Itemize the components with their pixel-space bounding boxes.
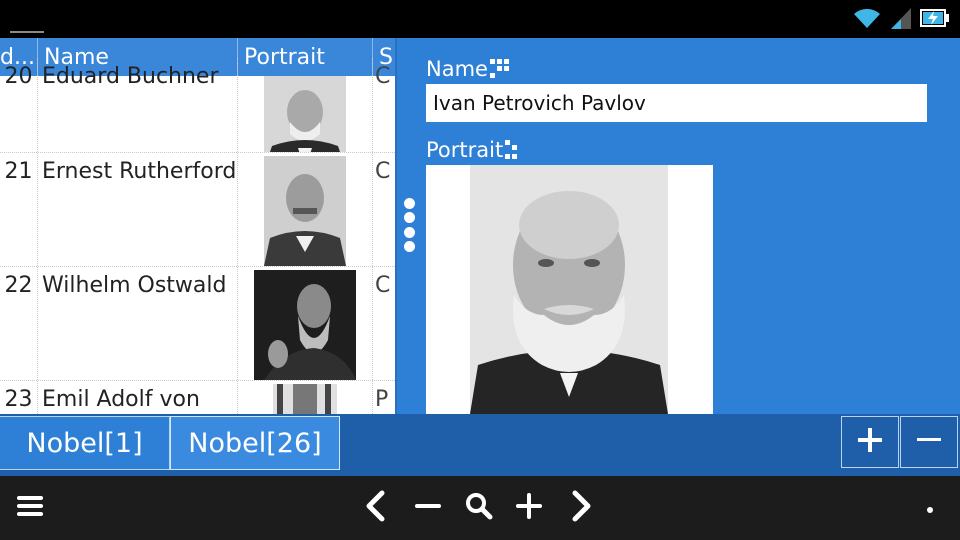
row-s: P (375, 387, 389, 412)
portrait-thumbnail (254, 270, 356, 380)
signal-icon (890, 6, 912, 34)
name-field[interactable] (426, 84, 927, 122)
table-row[interactable]: 20 Eduard Buchner C (0, 58, 395, 153)
grid-icon (505, 140, 519, 165)
menu-button[interactable] (12, 490, 48, 526)
search-icon (465, 492, 493, 524)
minus-icon (917, 428, 941, 456)
remove-tab-button[interactable] (900, 416, 958, 468)
table-row[interactable]: 23 Emil Adolf von P (0, 381, 395, 414)
plus-icon (515, 492, 543, 524)
data-table[interactable]: d... Name Portrait S 20 Eduard Buchner C… (0, 38, 397, 414)
row-id: 21 (0, 153, 38, 266)
row-s: C (375, 273, 391, 298)
row-s: C (375, 159, 391, 184)
row-id: 23 (0, 381, 38, 414)
row-portrait (238, 381, 373, 414)
row-name: Ernest Rutherford (38, 153, 238, 266)
name-field-label: Name (426, 57, 510, 84)
row-s: C (375, 64, 391, 89)
add-tab-button[interactable] (841, 416, 899, 468)
portrait-field-label: Portrait (426, 138, 519, 165)
pane-resize-handle[interactable] (403, 198, 415, 252)
overflow-dot-icon (926, 499, 934, 518)
status-divider (10, 31, 44, 33)
row-portrait (238, 153, 373, 266)
portrait-thumbnail (264, 76, 346, 152)
detail-pane: Name Portrait (397, 38, 960, 414)
tab-nobel-1[interactable]: Nobel[1] (0, 416, 170, 470)
chevron-left-icon (362, 490, 388, 526)
row-id: 20 (0, 58, 38, 152)
overflow-menu-button[interactable] (912, 490, 948, 526)
zoom-in-button[interactable] (511, 490, 547, 526)
minus-icon (414, 492, 442, 524)
portrait-label-text: Portrait (426, 138, 504, 162)
grid-icon (489, 59, 510, 84)
tab-nobel-26[interactable]: Nobel[26] (170, 416, 340, 470)
search-button[interactable] (461, 490, 497, 526)
name-label-text: Name (426, 57, 488, 81)
row-name: Eduard Buchner (38, 58, 238, 152)
row-id: 22 (0, 267, 38, 380)
row-name: Emil Adolf von (38, 381, 238, 414)
battery-charging-icon (920, 7, 950, 33)
previous-button[interactable] (357, 490, 393, 526)
zoom-out-button[interactable] (410, 490, 446, 526)
wifi-icon (852, 6, 882, 34)
plus-icon (858, 428, 882, 456)
portrait-thumbnail (273, 384, 337, 414)
bottom-toolbar (0, 476, 960, 540)
portrait-image[interactable] (426, 165, 713, 414)
row-name: Wilhelm Ostwald (38, 267, 238, 380)
chevron-right-icon (569, 490, 595, 526)
tab-bar: Nobel[1] Nobel[26] (0, 414, 960, 476)
menu-icon (16, 495, 44, 521)
table-row[interactable]: 22 Wilhelm Ostwald C (0, 267, 395, 381)
next-button[interactable] (564, 490, 600, 526)
table-row[interactable]: 21 Ernest Rutherford C (0, 153, 395, 267)
row-portrait (238, 267, 373, 380)
status-bar (0, 0, 960, 38)
portrait-thumbnail (264, 156, 346, 266)
row-portrait (238, 58, 373, 152)
